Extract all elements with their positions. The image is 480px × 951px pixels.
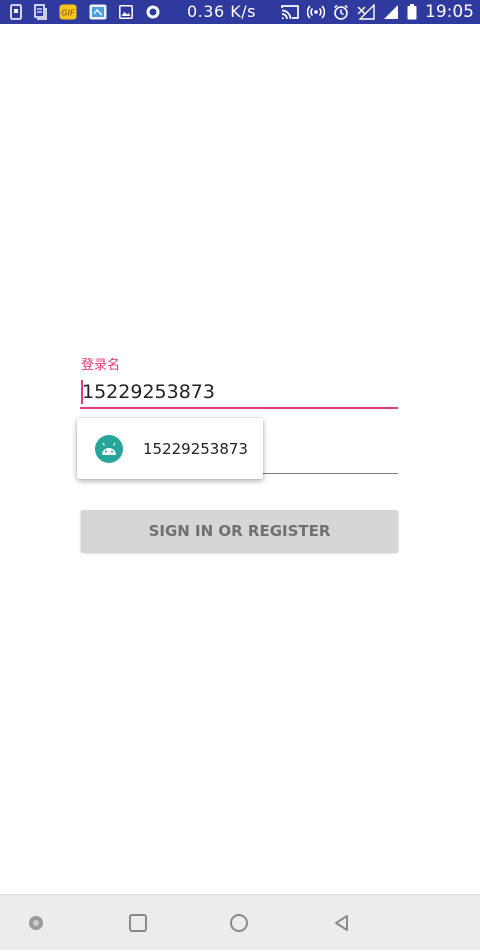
signal-off-icon bbox=[357, 4, 375, 20]
sim-card-icon bbox=[10, 4, 22, 20]
alarm-icon bbox=[333, 4, 349, 20]
hotspot-icon bbox=[307, 4, 325, 20]
gif-icon: GIF bbox=[59, 4, 77, 20]
network-speed: 0.36 K/s bbox=[187, 2, 256, 21]
signal-icon bbox=[383, 4, 399, 20]
image-icon bbox=[119, 4, 133, 20]
home-icon[interactable] bbox=[211, 895, 267, 951]
autocomplete-suggestion[interactable]: 15229253873 bbox=[143, 440, 248, 458]
battery-icon bbox=[407, 4, 417, 20]
back-icon[interactable] bbox=[314, 895, 370, 951]
circle-icon bbox=[145, 4, 161, 20]
cast-icon bbox=[281, 4, 299, 20]
navigation-bar bbox=[0, 894, 480, 950]
text-caret bbox=[81, 380, 83, 404]
dot-icon[interactable] bbox=[8, 895, 64, 951]
status-bar-right: 19:05 bbox=[281, 0, 474, 24]
app-icon bbox=[89, 4, 107, 20]
login-name-input[interactable] bbox=[80, 376, 398, 409]
android-icon bbox=[95, 434, 123, 463]
autocomplete-dropdown[interactable]: 15229253873 bbox=[77, 418, 263, 479]
document-icon bbox=[34, 4, 47, 20]
login-name-label: 登录名 bbox=[81, 358, 121, 373]
recents-icon[interactable] bbox=[110, 895, 166, 951]
clock: 19:05 bbox=[425, 2, 474, 22]
svg-text:GIF: GIF bbox=[61, 9, 75, 18]
status-bar: GIF 0.36 K/s 19:05 bbox=[0, 0, 480, 24]
sign-in-or-register-button[interactable]: SIGN IN OR REGISTER bbox=[81, 510, 398, 552]
status-bar-left: GIF 0.36 K/s bbox=[10, 0, 256, 24]
